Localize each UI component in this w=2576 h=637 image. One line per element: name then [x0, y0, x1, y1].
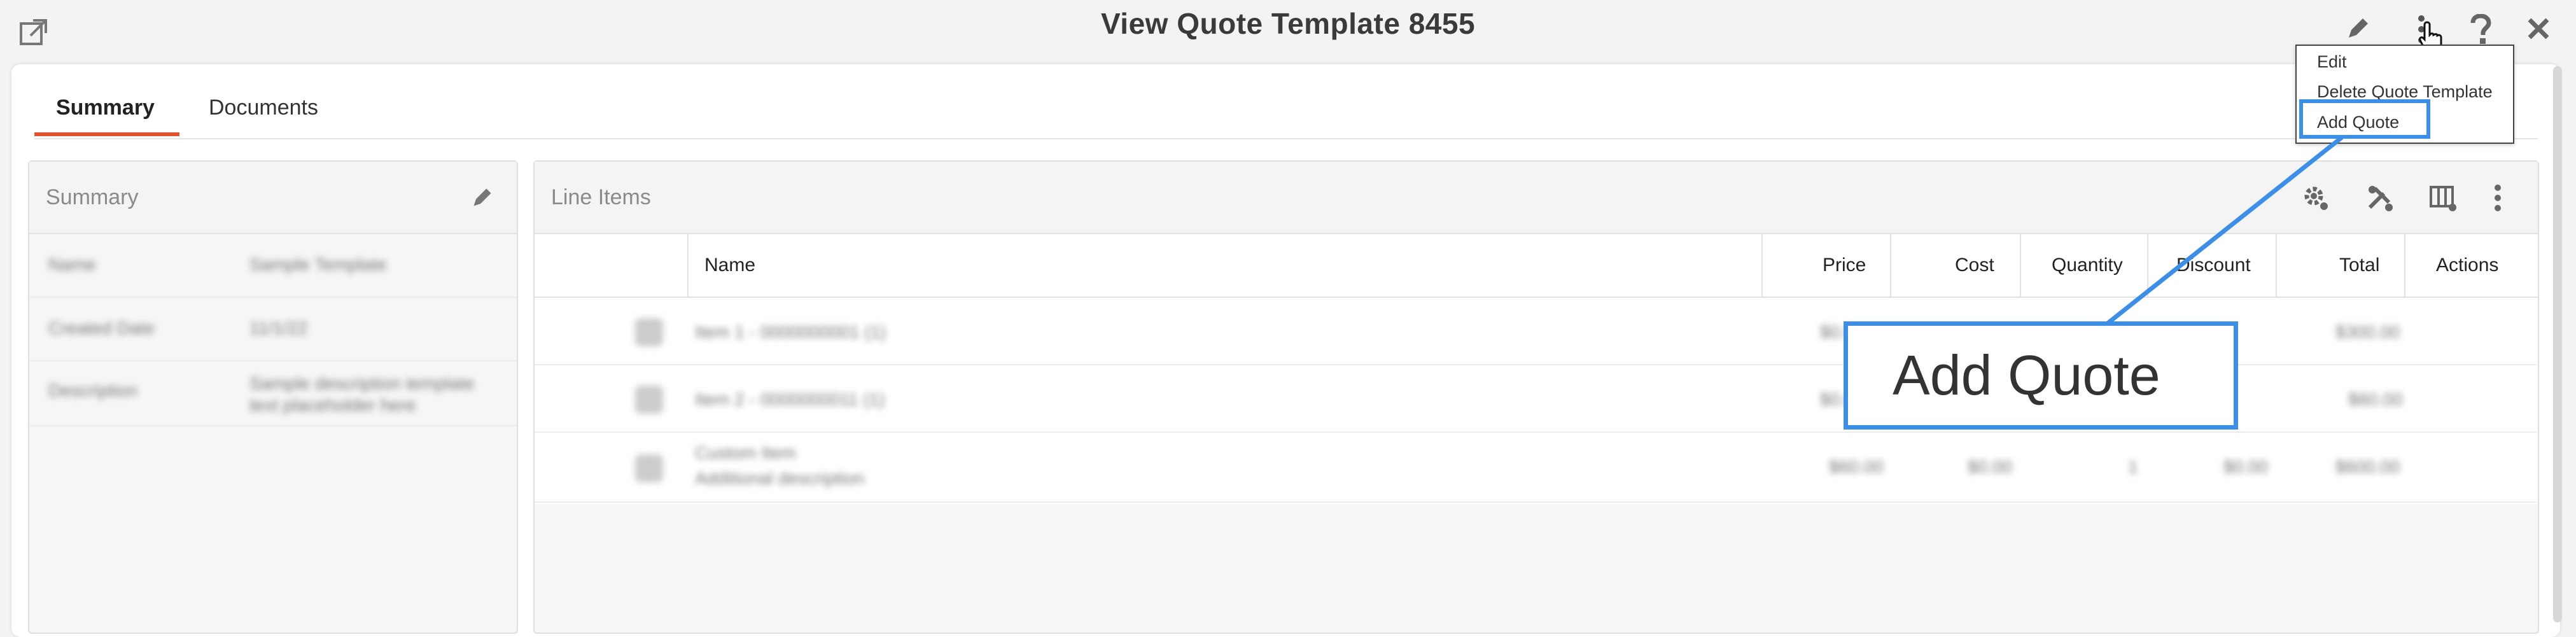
close-icon[interactable]: [2524, 14, 2553, 43]
item-name: Custom Item: [695, 443, 796, 463]
row-thumbnail-icon: [635, 386, 663, 414]
column-header-price[interactable]: Price: [1823, 255, 1866, 276]
field-label: Created Date: [48, 318, 155, 338]
scrollbar[interactable]: [2553, 66, 2562, 622]
summary-card-header: Summary: [29, 162, 517, 234]
field-value: Sample description template text placeho…: [249, 374, 475, 415]
field-label: Name: [48, 255, 96, 274]
row-divider: [535, 501, 2537, 503]
field-value: 11/1/22: [249, 318, 308, 338]
field-value: Sample Template: [249, 255, 387, 274]
pencil-icon[interactable]: [2343, 13, 2374, 43]
more-vertical-icon[interactable]: [2488, 181, 2507, 215]
item-subtext: Additional description: [695, 468, 865, 488]
item-cost: $0.00: [1968, 457, 2013, 477]
page-title: View Quote Template 8455: [1100, 7, 1476, 40]
summary-row: Name Sample Template: [29, 234, 517, 297]
column-separator: [2404, 234, 2405, 297]
line-items-card-title: Line Items: [551, 185, 651, 209]
summary-card: Summary Name Sample Template Created Dat…: [28, 160, 518, 634]
column-separator: [2020, 234, 2021, 297]
column-separator: [1761, 234, 1763, 297]
edit-pencil-icon[interactable]: [468, 183, 496, 211]
active-tab-indicator: [34, 132, 179, 136]
tab-documents[interactable]: Documents: [209, 95, 318, 120]
field-label: Description: [48, 381, 138, 400]
menu-item-highlight: [2299, 99, 2430, 139]
item-name: Item 2 - 0000000011 (1): [695, 389, 885, 409]
row-thumbnail-icon: [635, 454, 663, 482]
tab-summary[interactable]: Summary: [56, 95, 155, 120]
item-total: $600.00: [2335, 457, 2400, 477]
tools-icon[interactable]: [2363, 182, 2395, 214]
item-total: $60.00: [2348, 389, 2403, 409]
item-discount: $0.00: [2223, 457, 2269, 477]
column-separator: [1890, 234, 1891, 297]
menu-item-edit[interactable]: Edit: [2317, 52, 2347, 72]
columns-icon[interactable]: [2427, 182, 2459, 214]
summary-row: Created Date 11/1/22: [29, 298, 517, 360]
table-row: Custom Item Additional description $60.0…: [535, 433, 2537, 503]
column-header-name[interactable]: Name: [704, 255, 755, 276]
zoom-callout: Add Quote: [1844, 321, 2238, 430]
summary-card-title: Summary: [46, 185, 139, 209]
item-quantity: 1: [2128, 457, 2138, 477]
item-name: Item 1 - 0000000001 (1): [695, 322, 886, 342]
callout-connector: [2106, 136, 2344, 325]
summary-row: Description Sample description template …: [29, 361, 517, 424]
item-price: $60.00: [1829, 457, 1884, 477]
help-icon[interactable]: [2467, 11, 2495, 47]
row-divider: [29, 425, 517, 426]
column-header-actions[interactable]: Actions: [2436, 255, 2498, 276]
column-separator: [687, 234, 689, 297]
column-header-cost[interactable]: Cost: [1955, 255, 1994, 276]
row-thumbnail-icon: [635, 318, 663, 346]
